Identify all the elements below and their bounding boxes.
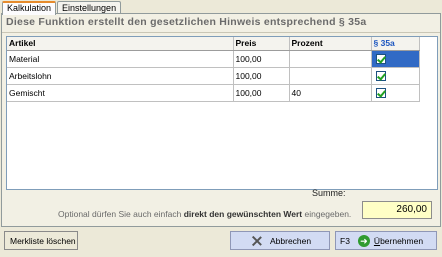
arrow-right-icon: ➜ bbox=[357, 234, 370, 247]
cell-35a[interactable] bbox=[371, 84, 420, 102]
checkbox-35a[interactable] bbox=[375, 53, 386, 64]
column-header-artikel[interactable]: Artikel bbox=[7, 37, 234, 51]
divider bbox=[2, 32, 440, 33]
cell-prozent[interactable] bbox=[289, 67, 372, 85]
table-row[interactable]: Material 100,00 bbox=[7, 50, 420, 68]
cell-35a[interactable] bbox=[371, 67, 420, 85]
summe-label: Summe: bbox=[312, 188, 346, 198]
summe-hint: Optional dürfen Sie auch einfach direkt … bbox=[58, 209, 351, 219]
tab-kalkulation[interactable]: Kalkulation bbox=[2, 1, 57, 15]
merkliste-loeschen-button[interactable]: Merkliste löschen bbox=[4, 231, 78, 250]
column-header-35a[interactable]: § 35a bbox=[371, 37, 420, 51]
column-header-prozent[interactable]: Prozent bbox=[289, 37, 372, 51]
table-row[interactable]: Gemischt 100,00 40 bbox=[7, 84, 420, 102]
cell-35a[interactable] bbox=[371, 50, 420, 68]
shortcut-key: F3 bbox=[340, 235, 350, 246]
cell-prozent[interactable]: 40 bbox=[289, 84, 372, 102]
button-label: Abbrechen bbox=[270, 235, 312, 246]
button-label: Merkliste löschen bbox=[10, 235, 76, 246]
hint-bold: direkt den gewünschten Wert bbox=[183, 209, 303, 219]
table-row[interactable]: Arbeitslohn 100,00 bbox=[7, 67, 420, 85]
items-table: Artikel Preis Prozent § 35a Material 100… bbox=[7, 37, 420, 102]
summe-field[interactable]: 260,00 bbox=[362, 201, 432, 219]
items-grid[interactable]: Artikel Preis Prozent § 35a Material 100… bbox=[6, 36, 438, 190]
uebernehmen-button[interactable]: F3 ➜ Übernehmen bbox=[335, 231, 437, 250]
cell-preis[interactable]: 100,00 bbox=[233, 50, 290, 68]
table-header-row: Artikel Preis Prozent § 35a bbox=[7, 37, 420, 51]
kalkulation-panel: Diese Funktion erstellt den gesetzlichen… bbox=[1, 13, 441, 227]
column-header-preis[interactable]: Preis bbox=[233, 37, 290, 51]
hint-prefix: Optional dürfen Sie auch einfach bbox=[58, 209, 182, 219]
cell-prozent[interactable] bbox=[289, 50, 372, 68]
cell-preis[interactable]: 100,00 bbox=[233, 84, 290, 102]
button-label: Übernehmen bbox=[373, 235, 424, 246]
hint-suffix: eingegeben. bbox=[304, 209, 352, 219]
abbrechen-button[interactable]: Abbrechen bbox=[230, 231, 330, 250]
page-title: Diese Funktion erstellt den gesetzlichen… bbox=[6, 16, 367, 28]
close-icon bbox=[251, 235, 263, 247]
checkbox-35a[interactable] bbox=[375, 87, 386, 98]
cell-artikel[interactable]: Material bbox=[7, 50, 234, 68]
cell-artikel[interactable]: Arbeitslohn bbox=[7, 67, 234, 85]
cell-artikel[interactable]: Gemischt bbox=[7, 84, 234, 102]
cell-preis[interactable]: 100,00 bbox=[233, 67, 290, 85]
checkbox-35a[interactable] bbox=[375, 70, 386, 81]
